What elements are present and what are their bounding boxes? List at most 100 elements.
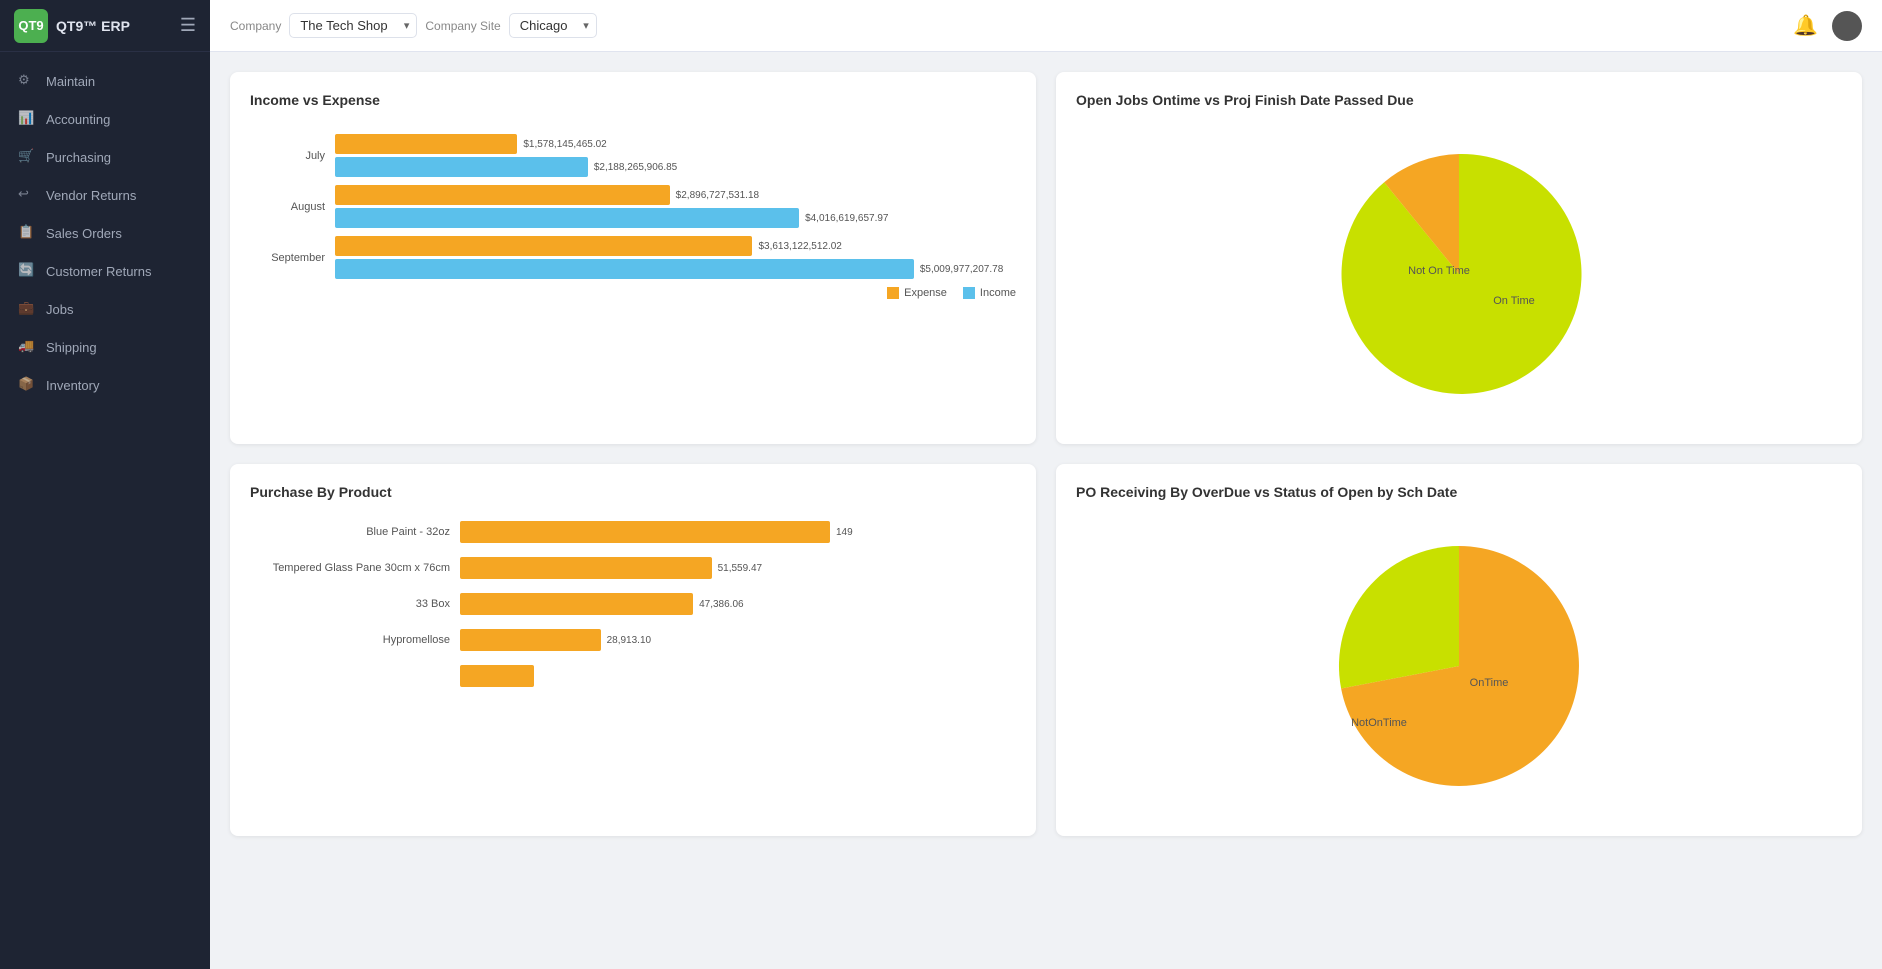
company-select[interactable]: The Tech Shop [289, 13, 417, 38]
sidebar-item-label: Inventory [46, 378, 99, 393]
po-receiving-pie: OnTime NotOnTime [1319, 526, 1599, 806]
purchase-by-product-chart: Blue Paint - 32oz 149 Tempered Glass Pan… [250, 516, 1016, 706]
not-on-time-label: Not On Time [1408, 265, 1470, 277]
bar-group: July $1,578,145,465.02 $2,188,265,906.85 [250, 134, 1016, 177]
open-jobs-pie: Not On Time On Time [1319, 134, 1599, 414]
month-label: August [250, 201, 325, 213]
purchase-by-product-card: Purchase By Product Blue Paint - 32oz 14… [230, 464, 1036, 836]
bar-group: August $2,896,727,531.18 $4,016,619,657.… [250, 185, 1016, 228]
open-jobs-card: Open Jobs Ontime vs Proj Finish Date Pas… [1056, 72, 1862, 444]
on-time-label-po: OnTime [1470, 677, 1509, 689]
maintain-icon: ⚙ [18, 72, 36, 90]
hbar-row: Blue Paint - 32oz 149 [250, 521, 1016, 543]
income-legend-label: Income [980, 287, 1016, 299]
hbar-row: 33 Box 47,386.06 [250, 593, 1016, 615]
income-bar-row: $5,009,977,207.78 [335, 259, 1016, 279]
hamburger-icon[interactable]: ☰ [180, 15, 196, 36]
product-value: 28,913.10 [607, 635, 652, 646]
dashboard-content: Income vs Expense July $1,578,145,465.02… [210, 52, 1882, 969]
product-label: Tempered Glass Pane 30cm x 76cm [250, 562, 450, 574]
sidebar-item-label: Jobs [46, 302, 73, 317]
po-receiving-title: PO Receiving By OverDue vs Status of Ope… [1076, 484, 1842, 500]
expense-bar-row: $2,896,727,531.18 [335, 185, 1016, 205]
income-bar [335, 208, 799, 228]
income-value: $4,016,619,657.97 [805, 213, 888, 224]
on-time-label: On Time [1493, 295, 1535, 307]
bar-outer: $2,896,727,531.18 $4,016,619,657.97 [335, 185, 1016, 228]
accounting-icon: 📊 [18, 110, 36, 128]
expense-value: $1,578,145,465.02 [523, 139, 606, 150]
expense-legend-dot [887, 287, 899, 299]
expense-bar [335, 185, 670, 205]
app-name: QT9™ ERP [56, 18, 130, 34]
company-select-wrapper: The Tech Shop [289, 13, 417, 38]
main-container: Company The Tech Shop Company Site Chica… [210, 0, 1882, 969]
bar-group: September $3,613,122,512.02 $5,009,977,2… [250, 236, 1016, 279]
sidebar: QT9 QT9™ ERP ☰ ⚙ Maintain 📊 Accounting 🛒… [0, 0, 210, 969]
bar-outer: $3,613,122,512.02 $5,009,977,207.78 [335, 236, 1016, 279]
hbar-row: Hypromellose 28,913.10 [250, 629, 1016, 651]
income-bar [335, 259, 914, 279]
income-value: $2,188,265,906.85 [594, 162, 677, 173]
site-select[interactable]: Chicago [509, 13, 597, 38]
hbar-row [250, 665, 1016, 687]
month-label: July [250, 150, 325, 162]
sidebar-item-purchasing[interactable]: 🛒 Purchasing [0, 138, 210, 176]
sidebar-item-label: Customer Returns [46, 264, 151, 279]
product-bar [460, 665, 534, 687]
sidebar-item-jobs[interactable]: 💼 Jobs [0, 290, 210, 328]
expense-value: $3,613,122,512.02 [758, 241, 841, 252]
vendor-returns-icon: ↩ [18, 186, 36, 204]
product-value: 51,559.47 [718, 563, 763, 574]
sales-orders-icon: 📋 [18, 224, 36, 242]
open-jobs-title: Open Jobs Ontime vs Proj Finish Date Pas… [1076, 92, 1842, 108]
purchase-by-product-title: Purchase By Product [250, 484, 1016, 500]
company-label: Company [230, 19, 281, 33]
topbar-right: 🔔 [1793, 11, 1862, 41]
income-vs-expense-chart: July $1,578,145,465.02 $2,188,265,906.85… [250, 124, 1016, 309]
sidebar-item-label: Accounting [46, 112, 110, 127]
product-value: 149 [836, 527, 853, 538]
expense-bar [335, 134, 517, 154]
not-on-time-label-po: NotOnTime [1351, 717, 1407, 729]
sidebar-item-label: Vendor Returns [46, 188, 136, 203]
product-label: 33 Box [250, 598, 450, 610]
sidebar-nav: ⚙ Maintain 📊 Accounting 🛒 Purchasing ↩ V… [0, 52, 210, 414]
sidebar-item-maintain[interactable]: ⚙ Maintain [0, 62, 210, 100]
topbar: Company The Tech Shop Company Site Chica… [210, 0, 1882, 52]
sidebar-item-label: Shipping [46, 340, 97, 355]
user-avatar[interactable] [1832, 11, 1862, 41]
expense-legend-label: Expense [904, 287, 947, 299]
product-label: Blue Paint - 32oz [250, 526, 450, 538]
sidebar-item-customer-returns[interactable]: 🔄 Customer Returns [0, 252, 210, 290]
product-bar [460, 521, 830, 543]
po-receiving-pie-container: OnTime NotOnTime [1076, 516, 1842, 816]
purchasing-icon: 🛒 [18, 148, 36, 166]
inventory-icon: 📦 [18, 376, 36, 394]
product-label: Hypromellose [250, 634, 450, 646]
site-select-wrapper: Chicago [509, 13, 597, 38]
product-value: 47,386.06 [699, 599, 744, 610]
site-label: Company Site [425, 19, 500, 33]
sidebar-item-label: Sales Orders [46, 226, 122, 241]
sidebar-item-label: Maintain [46, 74, 95, 89]
sidebar-item-sales-orders[interactable]: 📋 Sales Orders [0, 214, 210, 252]
po-receiving-card: PO Receiving By OverDue vs Status of Ope… [1056, 464, 1862, 836]
sidebar-item-label: Purchasing [46, 150, 111, 165]
sidebar-header: QT9 QT9™ ERP ☰ [0, 0, 210, 52]
sidebar-item-accounting[interactable]: 📊 Accounting [0, 100, 210, 138]
expense-value: $2,896,727,531.18 [676, 190, 759, 201]
income-legend: Income [963, 287, 1016, 299]
bar-outer: $1,578,145,465.02 $2,188,265,906.85 [335, 134, 1016, 177]
sidebar-item-shipping[interactable]: 🚚 Shipping [0, 328, 210, 366]
product-bar [460, 593, 693, 615]
notification-icon[interactable]: 🔔 [1793, 13, 1818, 38]
product-bar [460, 629, 601, 651]
open-jobs-pie-container: Not On Time On Time [1076, 124, 1842, 424]
income-bar-row: $4,016,619,657.97 [335, 208, 1016, 228]
sidebar-item-vendor-returns[interactable]: ↩ Vendor Returns [0, 176, 210, 214]
income-vs-expense-card: Income vs Expense July $1,578,145,465.02… [230, 72, 1036, 444]
expense-bar-row: $1,578,145,465.02 [335, 134, 1016, 154]
not-on-time-slice-po [1339, 546, 1459, 689]
sidebar-item-inventory[interactable]: 📦 Inventory [0, 366, 210, 404]
